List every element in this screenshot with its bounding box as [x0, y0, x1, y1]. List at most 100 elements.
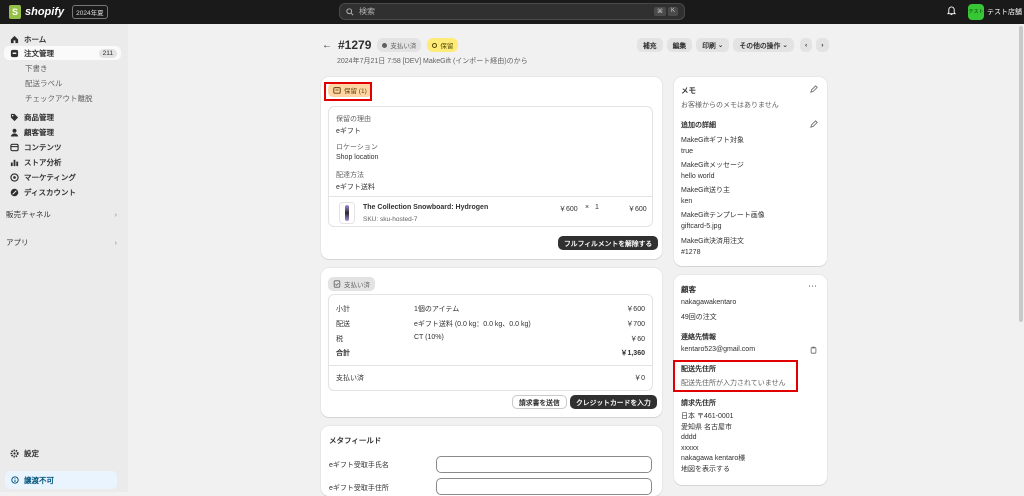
tag-icon [10, 113, 19, 122]
shopify-logo[interactable]: S shopify 2024年夏 [9, 5, 108, 19]
row-desc [414, 348, 620, 358]
search-shortcut: ⌘ K [653, 7, 678, 16]
row-label: 小計 [336, 306, 350, 313]
detail-item: MakeGiftギフト対象 true [681, 135, 744, 155]
detail-item: MakeGift送り主 ken [681, 185, 730, 205]
shipping-address-title: 配送先住所 [681, 366, 716, 373]
detail-label: MakeGift決済用注文 [681, 238, 745, 245]
payment-status-text: 支払い済 [390, 43, 417, 50]
sidebar-item-abandoned-checkouts[interactable]: チェックアウト離脱 [4, 91, 121, 105]
print-button[interactable]: 印刷 ⌄ [696, 38, 730, 52]
row-label: 税 [336, 336, 343, 343]
order-header: ← #1279 支払い済 保留 2024年7月21日 7:58 [DEV] Ma… [322, 38, 528, 66]
search-bar[interactable]: 検索 ⌘ K [339, 3, 685, 20]
more-horizontal-icon[interactable]: ⋯ [808, 281, 817, 292]
sidebar-item-home[interactable]: ホーム [4, 32, 121, 46]
row-desc: eギフト送料 (0.0 kg：0.0 kg、0.0 kg) [414, 321, 531, 328]
release-fulfillment-button[interactable]: フルフィルメントを解除する [558, 236, 659, 250]
person-icon [10, 128, 19, 137]
apps-label: アプリ [6, 237, 29, 247]
edit-notes-pencil-icon[interactable] [810, 85, 818, 95]
next-order-button[interactable]: › [816, 38, 829, 52]
row-amount: ￥700 [626, 321, 645, 328]
customer-name-link[interactable]: nakagawakentaro [681, 299, 736, 306]
sidebar-apps[interactable]: アプリ › [4, 235, 121, 249]
shipping-method-label: 配達方法 [336, 172, 364, 179]
billing-address-title: 請求先住所 [681, 400, 716, 407]
billing-line: nakagawa kentaro様 [681, 455, 746, 462]
sidebar-item-settings[interactable]: 設定 [4, 446, 121, 460]
metafield-label: eギフト受取手氏名 [329, 462, 389, 469]
total-row: 合計 ￥1,360 [336, 348, 645, 358]
row-desc: CT (10%) [414, 334, 444, 341]
more-actions-label: その他の操作 [739, 43, 781, 50]
sidebar-item-shipping-labels[interactable]: 配送ラベル [4, 76, 121, 90]
sidebar-item-drafts[interactable]: 下書き [4, 61, 121, 75]
send-invoice-button[interactable]: 請求書を送信 [512, 395, 567, 409]
check-receipt-icon [333, 280, 341, 288]
sidebar-item-label: 配送ラベル [25, 78, 63, 88]
edit-button[interactable]: 編集 [666, 38, 693, 52]
sidebar-item-content[interactable]: コンテンツ [4, 140, 121, 154]
back-arrow-icon[interactable]: ← [322, 40, 332, 51]
highlight-box [324, 82, 372, 101]
shipping-address-empty: 配送先住所が入力されていません [681, 380, 786, 387]
sidebar-item-label: コンテンツ [24, 142, 62, 152]
sidebar-item-label: 設定 [24, 448, 39, 458]
billing-line: dddd [681, 434, 697, 441]
top-bar: S shopify 2024年夏 検索 ⌘ K テスト テスト店舗 [0, 0, 1024, 24]
view-map-link[interactable]: 地図を表示する [681, 465, 745, 476]
detail-label: MakeGiftテンプレート画像 [681, 212, 765, 219]
sidebar-item-customers[interactable]: 顧客管理 [4, 125, 121, 139]
row-label: 配送 [336, 321, 350, 328]
copy-clipboard-icon[interactable] [810, 346, 817, 356]
detail-item: MakeGift決済用注文 #1278 [681, 236, 744, 256]
sidebar-item-discounts[interactable]: ディスカウント [4, 185, 121, 199]
hold-reason-value: eギフト [336, 128, 361, 135]
target-icon [10, 172, 19, 182]
sidebar-item-products[interactable]: 商品管理 [4, 110, 121, 124]
orders-icon [10, 49, 19, 58]
detail-label: MakeGiftメッセージ [681, 162, 744, 169]
sidebar-item-marketing[interactable]: マーケティング [4, 170, 121, 184]
payment-card: 支払い済 小計 1個のアイテム ￥600 配送 eギフト送料 (0.0 kg：0.0 … [321, 268, 662, 417]
gift-recipient-name-input[interactable] [436, 456, 652, 473]
notification-bell-icon[interactable] [947, 6, 956, 18]
product-thumbnail[interactable] [339, 202, 355, 224]
notes-empty: お客様からのメモはありません [681, 102, 779, 109]
payment-summary-box: 小計 1個のアイテム ￥600 配送 eギフト送料 (0.0 kg：0.0 kg、0.… [328, 294, 653, 391]
sales-channels-label: 販売チャネル [6, 209, 51, 219]
restock-button[interactable]: 補充 [637, 38, 663, 52]
sidebar-item-label: 商品管理 [24, 112, 54, 122]
main-scrollbar[interactable] [1019, 26, 1023, 322]
divider [329, 196, 652, 197]
shipping-row: 配送 eギフト送料 (0.0 kg：0.0 kg、0.0 kg) ￥700 [336, 319, 645, 329]
detail-value: ken [681, 198, 693, 205]
customer-email-link[interactable]: kentaro523@gmail.com [681, 346, 755, 353]
customer-card: 顧客 ⋯ nakagawakentaro 49回の注文 連絡先情報 kentar… [673, 275, 827, 485]
gift-recipient-address-input[interactable] [436, 478, 652, 495]
detail-value: true [681, 148, 694, 155]
hold-card: 保留 (1) 保留の理由 eギフト ロケーション Shop location 配… [321, 77, 662, 259]
enter-credit-card-button[interactable]: クレジットカードを入力 [570, 395, 657, 409]
store-menu[interactable]: テスト テスト店舗 [968, 4, 1022, 20]
sidebar-item-analytics[interactable]: ストア分析 [4, 155, 121, 169]
store-avatar: テスト [968, 4, 984, 20]
sidebar-sales-channels[interactable]: 販売チャネル › [4, 207, 121, 221]
snowboard-image [345, 205, 349, 221]
detail-label: MakeGiftギフト対象 [681, 137, 745, 144]
detail-item: MakeGiftメッセージ hello world [681, 160, 744, 180]
more-actions-button[interactable]: その他の操作 ⌄ [733, 38, 794, 52]
shopify-bag-icon: S [9, 5, 21, 19]
location-label: ロケーション [336, 144, 378, 151]
product-name-link[interactable]: The Collection Snowboard: Hydrogen [363, 204, 488, 211]
chevron-right-icon: › [821, 41, 824, 49]
detail-value: #1278 [681, 249, 701, 256]
sidebar: ホーム 注文管理 211 下書き 配送ラベル チェックアウト離脱 商品管理 顧客… [0, 24, 128, 492]
customer-orders-link[interactable]: 49回の注文 [681, 312, 717, 322]
prev-order-button[interactable]: ‹ [799, 38, 813, 52]
sidebar-item-orders[interactable]: 注文管理 211 [4, 46, 121, 60]
non-transferable-notice[interactable]: 譲渡不可 [5, 471, 117, 489]
edit-details-pencil-icon[interactable] [810, 120, 818, 130]
info-icon [11, 476, 19, 484]
